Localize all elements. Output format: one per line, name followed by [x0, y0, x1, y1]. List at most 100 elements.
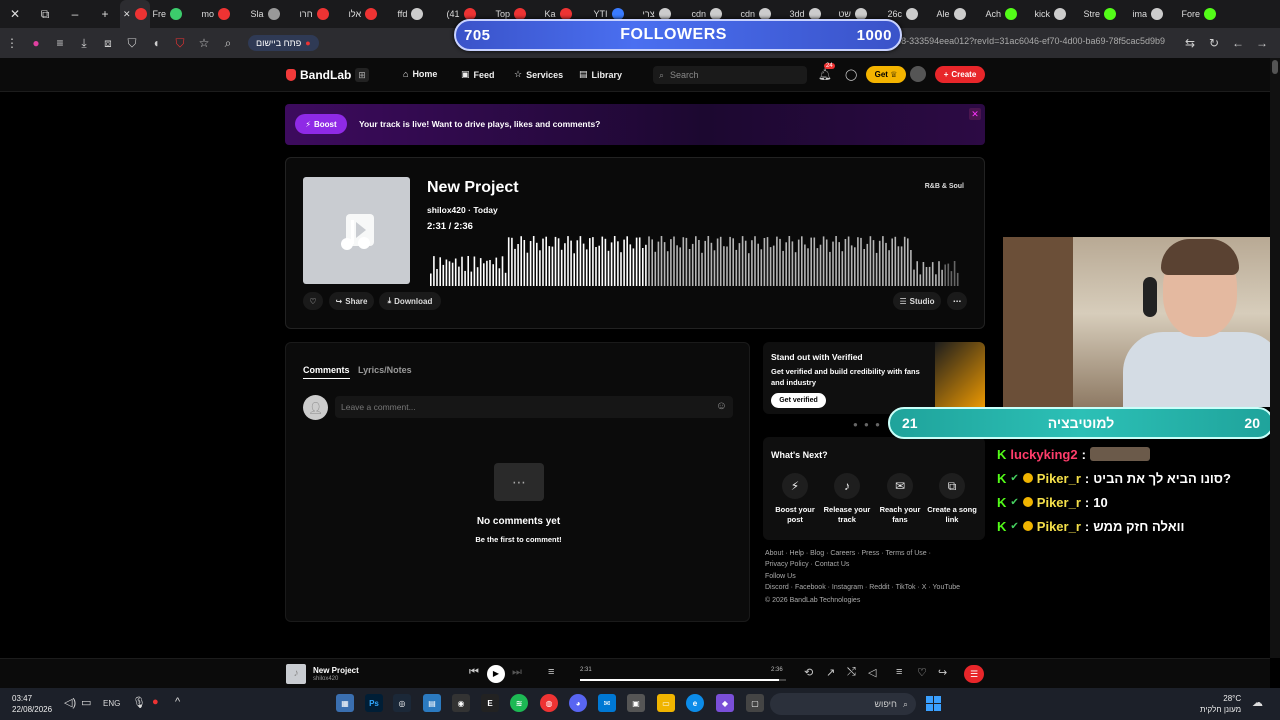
menu-icon[interactable]: ⋮ [0, 28, 24, 58]
studio-button[interactable]: ☰ Studio [893, 292, 941, 310]
browser-tab[interactable]: Ach [983, 0, 1032, 28]
song-link-item[interactable]: ⧉ Create a song link [926, 473, 978, 525]
browser-tab[interactable]: Fre [150, 0, 199, 28]
collections-icon[interactable]: ≡ [48, 28, 72, 58]
footer-line-1[interactable]: About · Help · Blog · Careers · Press · … [765, 549, 990, 560]
extensions-icon[interactable]: ⧈ [96, 28, 120, 58]
open-in-app-button[interactable]: פתח ביישום ● [248, 35, 319, 51]
page-scrollbar[interactable] [1270, 58, 1280, 658]
download-icon[interactable]: ⤓ [72, 28, 96, 58]
add-to-list-icon[interactable]: ≡ [896, 666, 902, 678]
close-window-icon[interactable]: ✕ [0, 0, 30, 28]
weather-widget[interactable]: 28°C מעונן חלקית [1200, 693, 1241, 715]
share-button[interactable]: ↪ Share [329, 292, 374, 310]
browser-tab[interactable]: Sla [248, 0, 297, 28]
heart-icon[interactable]: ♡ [917, 666, 927, 679]
browser-tab[interactable]: ffd [395, 0, 444, 28]
like-heart-icon[interactable]: ♡ [303, 292, 323, 310]
chat-username[interactable]: Piker_r [1037, 471, 1081, 486]
get-button[interactable]: Get ♕ [866, 66, 906, 83]
chrome-app-icon[interactable]: ◍ [540, 694, 558, 712]
release-track-item[interactable]: ♪ Release your track [821, 473, 873, 525]
player-artwork[interactable]: ♪ [286, 664, 306, 684]
track-user[interactable]: shilox420 [427, 205, 466, 215]
notepad-app-icon[interactable]: ▤ [423, 694, 441, 712]
play-button[interactable]: ▶ [487, 665, 505, 683]
back-icon[interactable]: ← [1226, 28, 1250, 58]
waveform[interactable] [430, 236, 960, 286]
browser-tab[interactable]: ima [1130, 0, 1179, 28]
track-artwork[interactable] [303, 177, 410, 284]
active-tab[interactable]: ✕ [120, 0, 150, 28]
browser-tab[interactable]: Stre [1081, 0, 1130, 28]
queue-button[interactable]: ☰ [964, 665, 984, 683]
language-indicator[interactable]: ENG [103, 699, 120, 708]
nav-services[interactable]: ☆ Services [514, 69, 563, 80]
share-icon[interactable]: ↗ [826, 666, 835, 679]
tab-comments[interactable]: Comments [303, 365, 350, 379]
mic-icon[interactable]: 🎙︎ [132, 696, 146, 709]
browser-tab[interactable]: חרו [297, 0, 346, 28]
previous-icon[interactable]: ⏮︎ [469, 666, 479, 679]
user-avatar[interactable] [910, 66, 926, 82]
scrollbar-thumb[interactable] [1272, 60, 1278, 74]
emoji-icon[interactable]: ☺ [716, 400, 727, 412]
split-screen-icon[interactable]: ⇆ [1178, 28, 1202, 58]
carousel-dots[interactable]: ● ● ● [853, 420, 882, 429]
shield-icon[interactable]: ⛉ [120, 28, 144, 58]
browser-tab[interactable]: Ale [934, 0, 983, 28]
adblock-icon[interactable]: ⛉ [168, 28, 192, 58]
boost-post-item[interactable]: ⚡︎ Boost your post [769, 473, 821, 525]
steam-app-icon[interactable]: ◎ [393, 694, 411, 712]
reload-icon[interactable]: ↻ [1202, 28, 1226, 58]
epic-app-icon[interactable]: E [481, 694, 499, 712]
player-progress[interactable] [580, 679, 786, 681]
player-title[interactable]: New Project [313, 666, 359, 675]
speaker-icon[interactable]: ◁) [64, 696, 76, 709]
read-aloud-icon[interactable]: ◖ [144, 28, 168, 58]
genre-tag[interactable]: R&B & Soul [925, 183, 964, 190]
taskbar-search[interactable]: חיפוש ⌕ [770, 693, 916, 715]
playlist-icon[interactable]: ≡ [548, 666, 554, 678]
tab-close-icon[interactable]: ✕ [123, 9, 131, 20]
tab-actions-icon[interactable]: ⧉ [30, 0, 60, 28]
nav-library[interactable]: ▤ Library [579, 69, 622, 80]
close-icon[interactable]: ✕ [969, 108, 981, 120]
create-button[interactable]: + Create [935, 66, 985, 83]
reach-fans-item[interactable]: ✉ Reach your fans [874, 473, 926, 525]
boost-button[interactable]: ⚡︎ Boost [295, 114, 347, 134]
more-options-icon[interactable]: ⋯ [947, 292, 967, 310]
obs-app-icon[interactable]: ◉ [452, 694, 470, 712]
get-verified-button[interactable]: Get verified [771, 393, 826, 408]
taskbar-clock[interactable]: 03:47 22/08/2026 [12, 693, 52, 715]
spotify-app-icon[interactable]: ≋ [510, 694, 528, 712]
bandlab-logo[interactable]: BandLab [286, 68, 351, 82]
forward-icon[interactable]: → [1250, 28, 1274, 58]
browser-tab[interactable]: mo [199, 0, 248, 28]
mail-app-icon[interactable]: ✉ [598, 694, 616, 712]
new-tab-icon[interactable]: + [90, 0, 120, 28]
notifications-bell-icon[interactable]: 🔔︎ 24 [818, 63, 835, 81]
chat-username[interactable]: Piker_r [1037, 495, 1081, 510]
discord-app-icon[interactable]: ◕ [569, 694, 587, 712]
download-button[interactable]: ⤓ Download [379, 292, 441, 310]
chat-username[interactable]: Piker_r [1037, 519, 1081, 534]
explorer-app-icon[interactable]: ▭ [657, 694, 675, 712]
footer-socials[interactable]: Discord · Facebook · Instagram · Reddit … [765, 583, 990, 594]
search-page-icon[interactable]: ⌕ [216, 28, 240, 58]
store-app-icon[interactable]: ▣ [627, 694, 645, 712]
browser-tab[interactable]: אלו [346, 0, 395, 28]
next-icon[interactable]: ⏭︎ [512, 666, 522, 679]
forward-share-icon[interactable]: ↪ [938, 666, 947, 679]
minimize-icon[interactable]: – [60, 0, 90, 28]
browser-tab[interactable]: kick [1032, 0, 1081, 28]
calculator-app-icon[interactable]: ▦ [336, 694, 354, 712]
repeat-icon[interactable]: ⟲ [804, 666, 813, 679]
tray-chevron-icon[interactable]: ^ [175, 696, 180, 708]
browser-tab[interactable]: Fore [1179, 0, 1228, 28]
comment-input[interactable]: Leave a comment... ☺ [335, 396, 733, 418]
messages-icon[interactable]: ◯ [845, 68, 857, 81]
nav-feed[interactable]: ▣ Feed [461, 69, 495, 80]
windows-start-icon[interactable] [926, 696, 941, 711]
player-user[interactable]: shilox420 [313, 676, 338, 682]
